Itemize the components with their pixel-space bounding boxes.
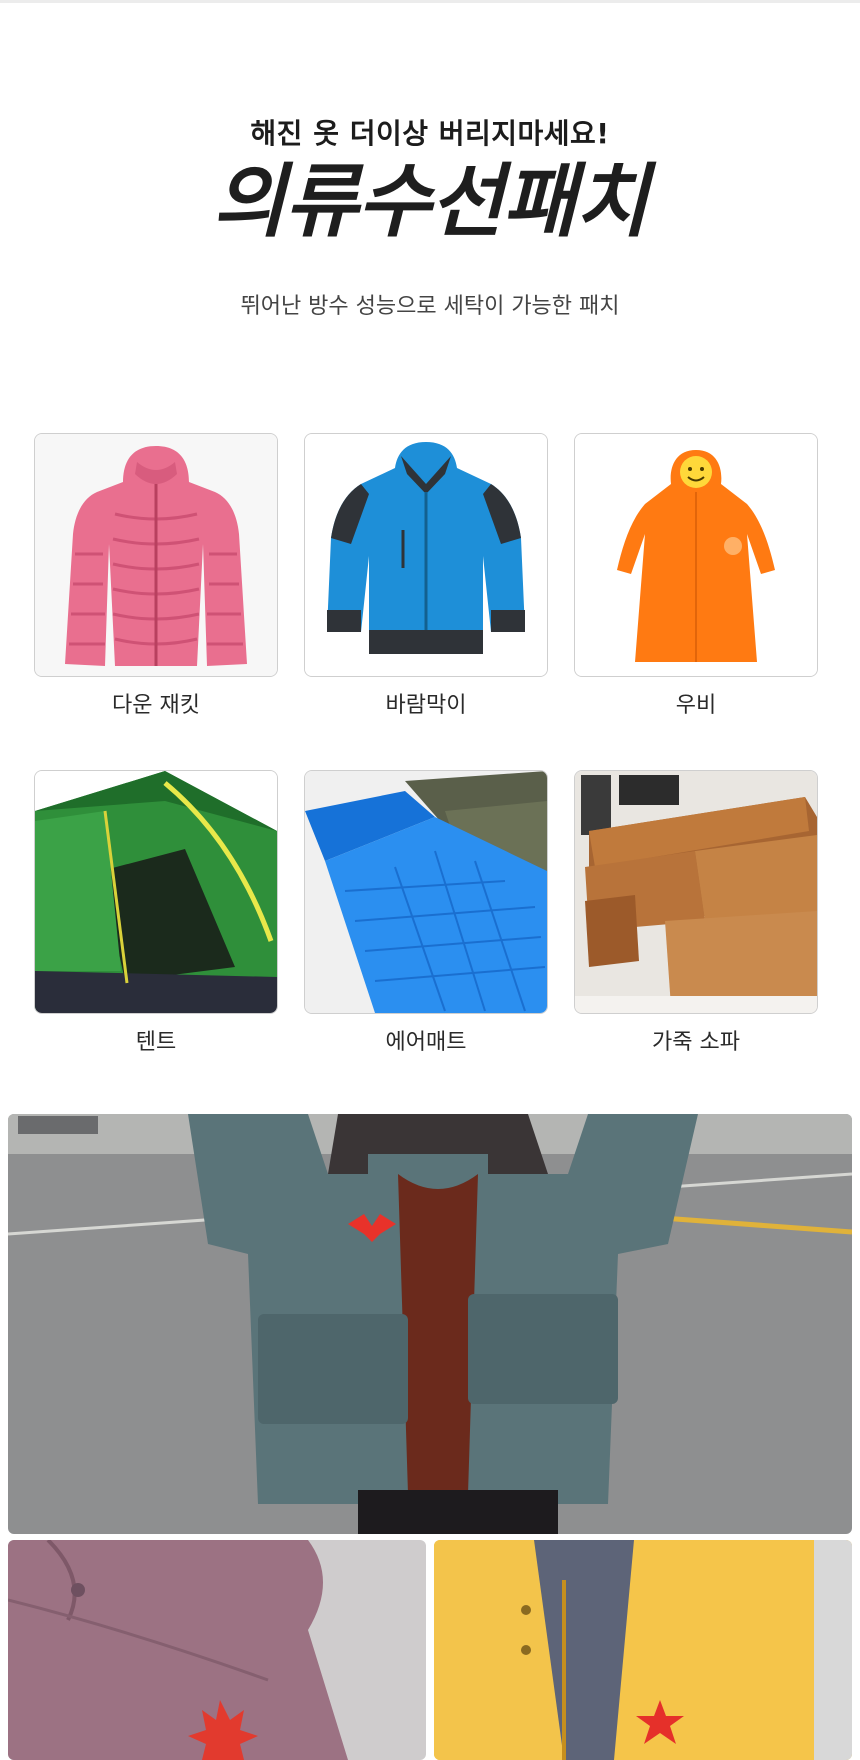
top-divider: [0, 0, 860, 3]
product-label-air-mattress: 에어매트: [385, 1030, 467, 1055]
product-label-down-jacket: 다운 재킷: [112, 693, 200, 718]
leather-sofa-image: [574, 770, 818, 1014]
product-card-raincoat[interactable]: 우비: [574, 433, 818, 719]
product-label-raincoat: 우비: [675, 693, 717, 718]
product-card-air-mattress[interactable]: 에어매트: [304, 770, 548, 1056]
product-label-tent: 텐트: [135, 1030, 177, 1055]
headline: 해진 옷 더이상 버리지마세요!: [250, 117, 610, 150]
product-card-tent[interactable]: 텐트: [34, 770, 278, 1056]
windbreaker-image: [304, 433, 548, 677]
subtitle: 뛰어난 방수 성능으로 세탁이 가능한 패치: [240, 294, 620, 319]
yellow-jacket-photo: [434, 1540, 852, 1760]
product-label-leather-sofa: 가죽 소파: [652, 1030, 740, 1055]
tent-image: [34, 770, 278, 1014]
page-title: 의류수선패치: [212, 155, 649, 248]
product-card-down-jacket[interactable]: 다운 재킷: [34, 433, 278, 719]
mauve-jacket-photo: [8, 1540, 426, 1760]
down-jacket-image: [34, 433, 278, 677]
product-card-windbreaker[interactable]: 바람막이: [304, 433, 548, 719]
product-card-leather-sofa[interactable]: 가죽 소파: [574, 770, 818, 1056]
raincoat-image: [574, 433, 818, 677]
teal-puffer-photo: [8, 1114, 852, 1534]
product-label-windbreaker: 바람막이: [385, 693, 467, 718]
air-mattress-image: [304, 770, 548, 1014]
